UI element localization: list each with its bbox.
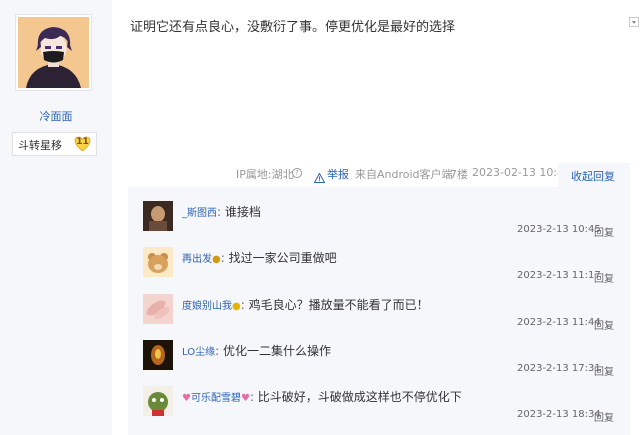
author-name[interactable]: 冷面面 — [0, 108, 112, 124]
reply-author[interactable]: 可乐配雪碧 — [191, 393, 241, 404]
post-dropdown-icon[interactable] — [629, 17, 639, 27]
reply-button[interactable]: 回复 — [594, 317, 614, 332]
report-link[interactable]: 举报 — [327, 166, 349, 182]
badge-label: 斗转星移 — [18, 139, 62, 152]
reply-time: 2023-2-13 18:34 — [517, 409, 601, 420]
warning-icon — [313, 168, 326, 187]
smile-icon: ● — [232, 301, 241, 312]
reply-line: LO尘缘: 优化一二集什么操作 — [182, 344, 331, 358]
reply-time: 2023-2-13 11:17 — [517, 270, 601, 281]
reply-line: 再出发●: 找过一家公司重做吧 — [182, 251, 337, 265]
badge-level-icon: 11 — [74, 136, 91, 152]
reply-line: ♥可乐配雪碧♥: 比斗破好，斗破做成这样也不停优化下 — [182, 390, 462, 404]
reply-avatar[interactable] — [143, 201, 173, 231]
reply-time: 2023-2-13 11:44 — [517, 317, 601, 328]
reply-list: _斯图西: 谁接档 2023-2-13 10:45 回复 再出发●: 找过一家公… — [128, 187, 630, 435]
post-time: 2023-02-13 10:44 — [472, 166, 572, 179]
collapse-replies-tab[interactable]: 收起回复 — [558, 163, 630, 187]
client-source: 来自Android客户端 — [355, 168, 453, 181]
avatar-image — [18, 17, 89, 88]
author-column: 冷面面 斗转星移 11 — [0, 0, 112, 435]
reply-author[interactable]: _斯图西 — [182, 208, 217, 219]
reply-button[interactable]: 回复 — [594, 270, 614, 285]
author-avatar[interactable] — [15, 14, 92, 91]
reply-button[interactable]: 回复 — [594, 409, 614, 424]
reply-text: 优化一二集什么操作 — [222, 344, 331, 358]
moneybag-icon: ● — [212, 254, 221, 265]
fan-badge[interactable]: 斗转星移 11 — [12, 132, 97, 156]
badge-level-number: 11 — [76, 137, 89, 147]
reply-line: _斯图西: 谁接档 — [182, 205, 261, 219]
reply-author[interactable]: 度娘别山我 — [182, 301, 232, 312]
reply-avatar[interactable] — [143, 340, 173, 370]
floor-number: 7楼 — [450, 168, 468, 181]
reply-text: 鸡毛良心？播放量不能看了而已！ — [248, 298, 429, 312]
reply-time: 2023-2-13 10:45 — [517, 224, 601, 235]
reply-avatar[interactable] — [143, 247, 173, 277]
reply-time: 2023-2-13 17:31 — [517, 363, 601, 374]
reply-text: 比斗破好，斗破做成这样也不停优化下 — [257, 390, 462, 404]
help-icon[interactable]: ? — [292, 168, 302, 178]
heart-icon: ♥ — [240, 393, 250, 404]
reply-avatar[interactable] — [143, 386, 173, 416]
reply-line: 度娘别山我●: 鸡毛良心？播放量不能看了而已！ — [182, 298, 429, 312]
reply-author[interactable]: LO尘缘 — [182, 347, 215, 358]
reply-text: 谁接档 — [224, 205, 261, 219]
reply-avatar[interactable] — [143, 294, 173, 324]
reply-button[interactable]: 回复 — [594, 224, 614, 239]
post-content: 证明它还有点良心，没敷衍了事。停更优化是最好的选择 — [130, 20, 456, 35]
reply-author[interactable]: 再出发 — [182, 254, 212, 265]
ip-location: IP属地:湖北 — [236, 168, 294, 181]
collapse-replies-label: 收起回复 — [571, 170, 615, 183]
reply-text: 找过一家公司重做吧 — [228, 251, 337, 265]
reply-button[interactable]: 回复 — [594, 363, 614, 378]
heart-icon: ♥ — [182, 393, 191, 404]
